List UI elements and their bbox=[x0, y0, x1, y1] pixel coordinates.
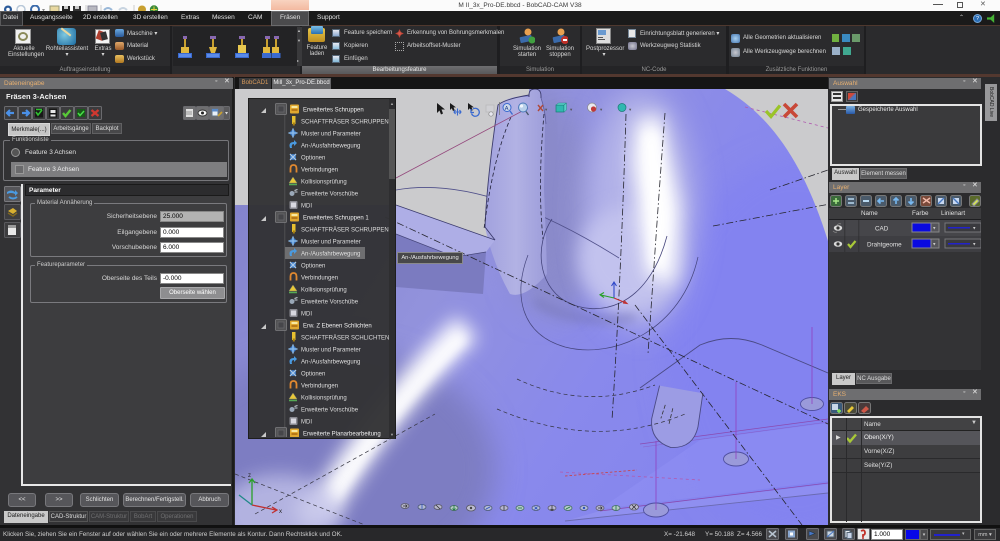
svg-text:SCHAFTFRÄSER SCHRUPPEN: SCHAFTFRÄSER SCHRUPPEN bbox=[301, 227, 389, 234]
svg-text:Drahtgeome: Drahtgeome bbox=[867, 242, 902, 249]
svg-text:An-/Ausfahrbewegung: An-/Ausfahrbewegung bbox=[301, 144, 360, 150]
svg-text:Optionen: Optionen bbox=[301, 156, 325, 162]
svg-text:CAD: CAD bbox=[875, 226, 889, 233]
svg-text:Erw. Z Ebenen Schlichten: Erw. Z Ebenen Schlichten bbox=[303, 324, 372, 330]
svg-text:Erweiterte Vorschübe: Erweiterte Vorschübe bbox=[301, 300, 359, 306]
svg-text:Erweitertes Schruppen: Erweitertes Schruppen bbox=[303, 108, 364, 114]
svg-text:Optionen: Optionen bbox=[301, 264, 325, 270]
svg-text:SCHAFTFRÄSER SCHRUPPEN: SCHAFTFRÄSER SCHRUPPEN bbox=[301, 119, 389, 126]
svg-text:Optionen: Optionen bbox=[301, 372, 325, 378]
svg-text:Kollisionsprüfung: Kollisionsprüfung bbox=[301, 288, 347, 294]
svg-text:An-/Ausfahrbewegung: An-/Ausfahrbewegung bbox=[301, 360, 360, 366]
svg-text:Muster und Parameter: Muster und Parameter bbox=[301, 132, 361, 138]
svg-text:Erweiterte Planarbearbeitung: Erweiterte Planarbearbeitung bbox=[303, 432, 381, 438]
svg-text:MDI: MDI bbox=[301, 420, 312, 426]
svg-text:z: z bbox=[248, 473, 251, 479]
svg-text:Erweiterte Vorschübe: Erweiterte Vorschübe bbox=[301, 192, 359, 198]
svg-text:Muster und Parameter: Muster und Parameter bbox=[301, 348, 361, 354]
svg-text:Erweitertes Schruppen 1: Erweitertes Schruppen 1 bbox=[303, 216, 369, 222]
svg-text:Muster und Parameter: Muster und Parameter bbox=[301, 240, 361, 246]
svg-text:Kollisionsprüfung: Kollisionsprüfung bbox=[301, 396, 347, 402]
svg-text:MDI: MDI bbox=[301, 204, 312, 210]
svg-text:A: A bbox=[505, 106, 509, 112]
svg-text:x: x bbox=[279, 509, 282, 515]
svg-text:Erweiterte Vorschübe: Erweiterte Vorschübe bbox=[301, 408, 359, 414]
svg-text:SCHAFTFRÄSER SCHLICHTEN: SCHAFTFRÄSER SCHLICHTEN bbox=[301, 335, 389, 342]
svg-text:Verbindungen: Verbindungen bbox=[301, 168, 338, 174]
svg-text:An-/Ausfahrbewegung: An-/Ausfahrbewegung bbox=[301, 252, 360, 258]
svg-text:Kollisionsprüfung: Kollisionsprüfung bbox=[301, 180, 347, 186]
svg-text:MDI: MDI bbox=[301, 312, 312, 318]
svg-text:Verbindungen: Verbindungen bbox=[301, 276, 338, 282]
svg-text:Verbindungen: Verbindungen bbox=[301, 384, 338, 390]
